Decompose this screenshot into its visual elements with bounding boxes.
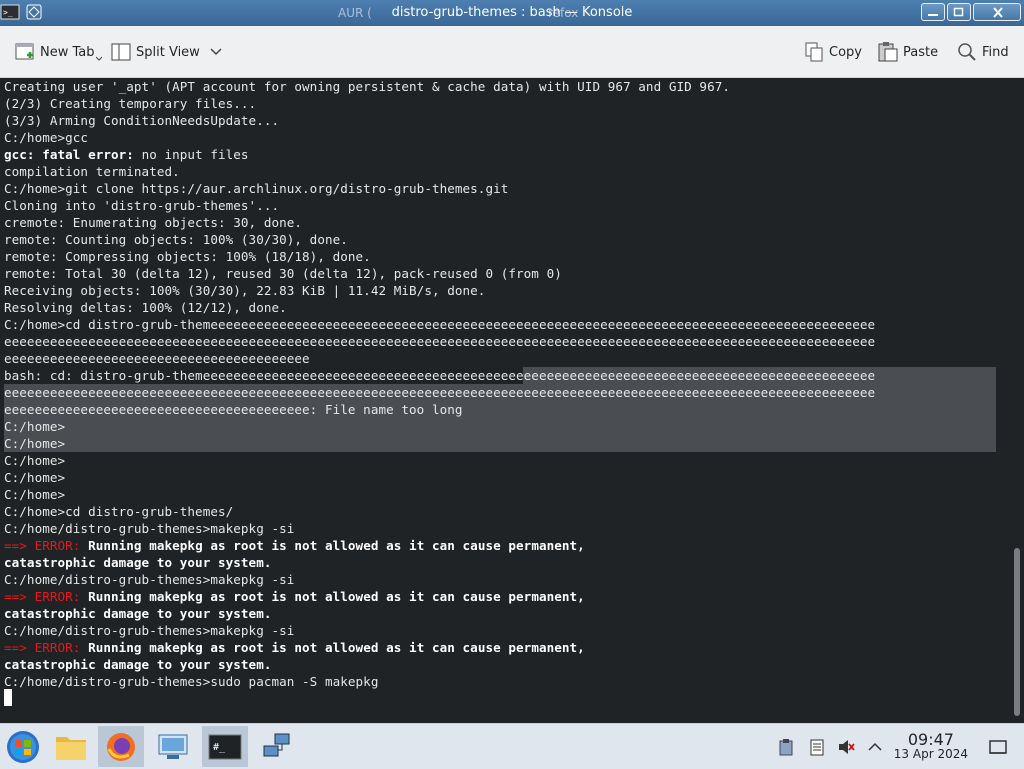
find-icon — [958, 43, 976, 61]
taskbar-firefox[interactable] — [98, 726, 144, 767]
terminal-line: gcc: fatal error: no input files — [4, 146, 249, 163]
terminal-line: remote: Total 30 (delta 12), reused 30 (… — [4, 266, 562, 281]
terminal-line: C:/home> — [4, 436, 66, 451]
close-button[interactable] — [973, 3, 1021, 21]
show-desktop-icon[interactable] — [989, 738, 1007, 756]
terminal-icon: #_ — [208, 734, 242, 759]
clipboard-icon[interactable] — [777, 738, 795, 756]
paste-icon — [878, 42, 898, 62]
terminal-line: C:/home> — [4, 470, 66, 485]
terminal-line: (2/3) Creating temporary files... — [4, 96, 257, 111]
new-tab-icon — [15, 43, 34, 60]
paste-button[interactable]: Paste — [877, 40, 938, 64]
terminal-line: catastrophic damage to your system. — [4, 606, 272, 621]
terminal-line: Creating user '_apt' (APT account for ow… — [4, 79, 730, 94]
split-view-icon — [111, 43, 131, 61]
terminal-line: ==> ERROR: Running makepkg as root is no… — [4, 537, 585, 554]
new-tab-button[interactable]: New Tab — [14, 40, 102, 64]
terminal-line: Resolving deltas: 100% (12/12), done. — [4, 300, 287, 315]
chevron-down-icon — [210, 48, 222, 56]
error-message: Running makepkg as root is not allowed a… — [80, 589, 585, 604]
maximize-button[interactable] — [947, 3, 971, 21]
terminal-scrollbar[interactable] — [1010, 78, 1024, 723]
terminal-line: Cloning into 'distro-grub-themes'... — [4, 198, 280, 213]
svg-text:#_: #_ — [213, 742, 226, 753]
fatal-error-label: fatal error: — [34, 147, 134, 162]
volume-muted-icon[interactable] — [837, 738, 855, 756]
error-message: Running makepkg as root is not allowed a… — [80, 640, 585, 655]
maximize-icon — [953, 7, 964, 17]
window-title: distro-grub-themes : bash — Konsole — [391, 5, 633, 20]
terminal-line: remote: Counting objects: 100% (30/30), … — [4, 232, 348, 247]
terminal-line: C:/home> — [4, 453, 66, 468]
taskbar-konsole[interactable]: #_ — [202, 726, 248, 767]
terminal-line: eeeeeeeeeeeeeeeeeeeeeeeeeeeeeeeeeeeeeeee… — [4, 334, 876, 349]
terminal-line: (3/3) Arming ConditionNeedsUpdate... — [4, 113, 280, 128]
clock-date: 13 Apr 2024 — [893, 747, 968, 761]
taskbar-system-settings[interactable] — [150, 726, 196, 767]
terminal-line: compilation terminated. — [4, 164, 180, 179]
close-icon — [993, 7, 1003, 18]
error-label: ERROR: — [26, 538, 81, 553]
terminal-line: C:/home/distro-grub-themes>sudo pacman -… — [4, 674, 379, 689]
terminal-line: C:/home/distro-grub-themes>makepkg -si — [4, 623, 295, 638]
file-manager-icon — [56, 736, 86, 760]
terminal-line: Receiving objects: 100% (30/30), 22.83 K… — [4, 283, 486, 298]
error-arrow: ==> — [4, 589, 27, 604]
error-message: Running makepkg as root is not allowed a… — [80, 538, 585, 553]
chevron-down-icon — [95, 56, 102, 61]
error-arrow: ==> — [4, 640, 27, 655]
terminal-line: eeeeeeeeeeeeeeeeeeeeeeeeeeeeeeeeeeeeeeee… — [4, 385, 876, 400]
gcc-label: gcc: — [4, 147, 35, 162]
taskbar: #_ 09:47 13 Apr 2024 — [0, 723, 1024, 769]
terminal-line: cremote: Enumerating objects: 30, done. — [4, 215, 303, 230]
new-tab-label: New Tab — [40, 44, 95, 60]
terminal-line: C:/home/distro-grub-themes>makepkg -si — [4, 521, 295, 536]
start-icon — [7, 730, 39, 763]
split-view-button[interactable]: Split View — [110, 40, 222, 64]
copy-label: Copy — [829, 44, 862, 60]
terminal-line: remote: Compressing objects: 100% (18/18… — [4, 249, 371, 264]
terminal-line: eeeeeeeeeeeeeeeeeeeeeeeeeeeeeeeeeeeeeeee — [4, 351, 310, 366]
firefox-icon — [107, 732, 135, 761]
tray-expand-icon[interactable] — [866, 738, 884, 756]
terminal-line: C:/home>cd distro-grub-themeeeeeeeeeeeee… — [4, 317, 876, 332]
terminal-cursor — [4, 689, 12, 706]
terminal-line: ==> ERROR: Running makepkg as root is no… — [4, 588, 585, 605]
terminal-output[interactable]: Creating user '_apt' (APT account for ow… — [0, 78, 1010, 723]
taskbar-network-manager[interactable] — [254, 726, 300, 767]
copy-icon — [805, 42, 823, 62]
network-icon — [263, 733, 290, 756]
terminal-line: bash: cd: distro-grub-themeeeeeeeeeeeeee… — [4, 368, 876, 383]
konsole-toolbar: New Tab Split View Copy Paste Find — [0, 26, 1024, 78]
paste-label: Paste — [903, 44, 939, 60]
minimize-button[interactable] — [921, 3, 945, 21]
terminal-line: C:/home>git clone https://aur.archlinux.… — [4, 181, 509, 196]
split-view-label: Split View — [136, 44, 200, 60]
terminal-line: C:/home> — [4, 487, 66, 502]
terminal-line: ==> ERROR: Running makepkg as root is no… — [4, 639, 585, 656]
terminal-line: catastrophic damage to your system. — [4, 555, 272, 570]
scrollbar-thumb[interactable] — [1014, 548, 1020, 716]
error-message: no input files — [133, 147, 249, 162]
start-button[interactable] — [0, 726, 46, 767]
taskbar-file-manager[interactable] — [48, 726, 94, 767]
system-settings-icon — [158, 734, 188, 759]
copy-button[interactable]: Copy — [803, 40, 862, 64]
terminal-line: C:/home> — [4, 419, 66, 434]
terminal-line: C:/home/distro-grub-themes>makepkg -si — [4, 572, 295, 587]
terminal-line: catastrophic damage to your system. — [4, 657, 272, 672]
error-label: ERROR: — [26, 640, 81, 655]
notes-icon[interactable] — [808, 738, 826, 756]
terminal-line: C:/home>gcc — [4, 130, 89, 145]
clock[interactable]: 09:47 13 Apr 2024 — [894, 730, 968, 761]
window-titlebar[interactable]: >_ AUR ( refox distro-grub-themes : bash… — [0, 0, 1024, 26]
error-arrow: ==> — [4, 538, 27, 553]
minimize-icon — [928, 14, 938, 16]
terminal-line: C:/home>cd distro-grub-themes/ — [4, 504, 234, 519]
error-label: ERROR: — [26, 589, 81, 604]
find-label: Find — [982, 44, 1009, 60]
terminal-line: eeeeeeeeeeeeeeeeeeeeeeeeeeeeeeeeeeeeeeee… — [4, 402, 463, 417]
find-button[interactable]: Find — [956, 40, 1009, 64]
